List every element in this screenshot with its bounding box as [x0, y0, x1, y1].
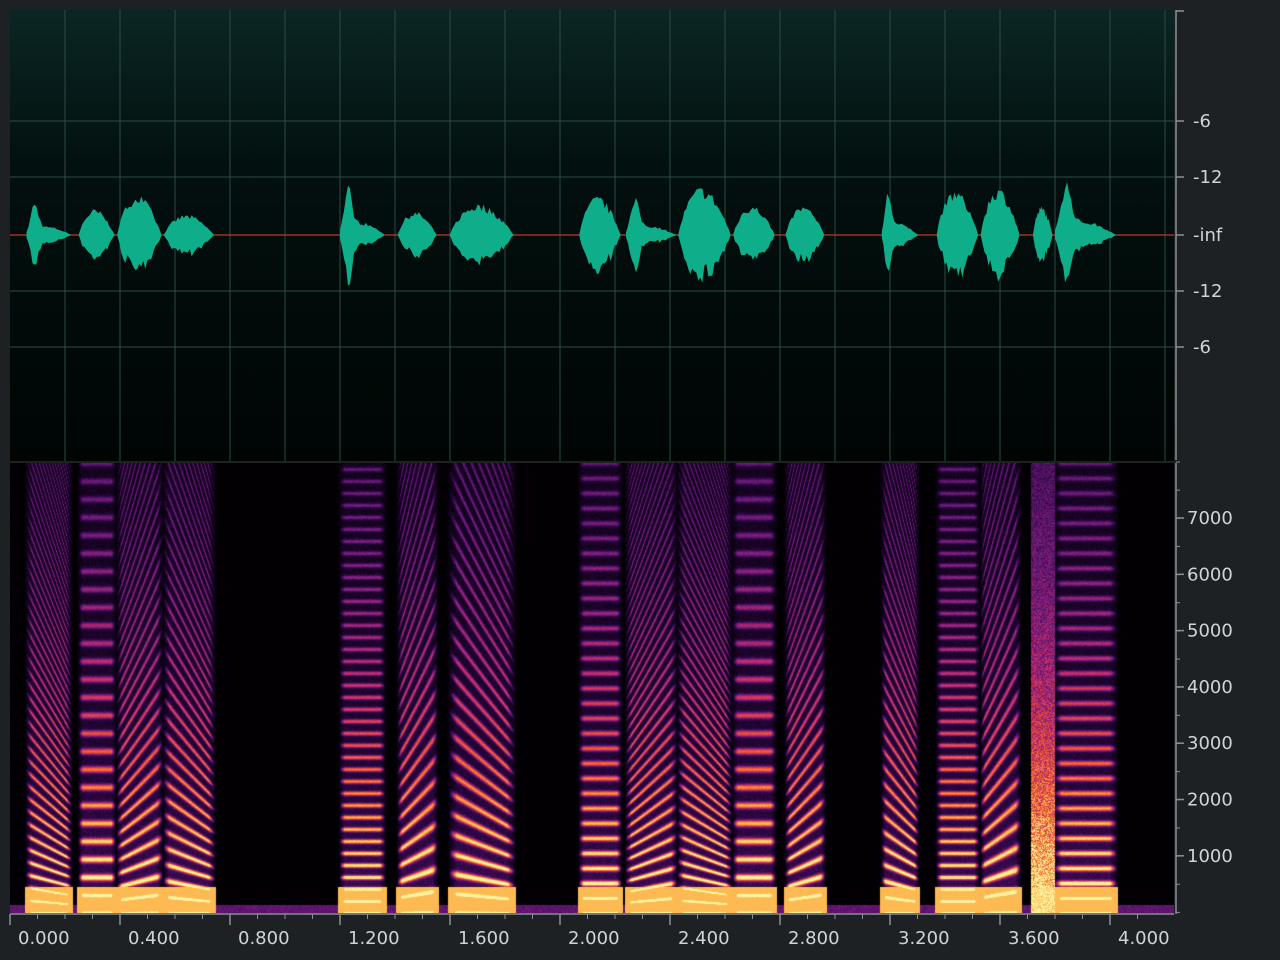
audio-editor-view: -6 -12 -inf -12 -6 7000 6000 5000 4000 3000 2000 1…	[0, 0, 1280, 960]
waveform-segment	[1033, 206, 1053, 263]
time-label: 1.600	[458, 928, 510, 949]
frequency-label: 7000	[1187, 508, 1233, 529]
amplitude-label: -12	[1193, 167, 1222, 188]
waveform-segment	[626, 197, 676, 273]
time-label: 3.600	[1008, 928, 1060, 949]
waveform-segment	[936, 192, 978, 278]
time-label: 2.000	[568, 928, 620, 949]
waveform-segment	[397, 212, 437, 259]
amplitude-scale: -6 -12 -inf -12 -6	[1175, 10, 1223, 460]
waveform-envelope	[26, 182, 1116, 286]
waveform-segment	[450, 204, 514, 266]
time-label: 4.000	[1118, 928, 1170, 949]
frequency-label: 4000	[1187, 677, 1233, 698]
waveform-segment	[881, 193, 918, 271]
waveform-segment	[1055, 182, 1116, 283]
time-label: 0.000	[18, 928, 70, 949]
waveform-segment	[340, 185, 384, 286]
waveform-segment	[117, 196, 162, 270]
time-label: 0.800	[238, 928, 290, 949]
frequency-label: 1000	[1187, 846, 1233, 867]
time-ruler[interactable]: 0.000 0.400 0.800 1.200 1.600 2.000 2.400 2.800…	[0, 913, 1280, 960]
waveform-segment	[78, 209, 115, 260]
amplitude-label: -6	[1193, 337, 1211, 358]
spectrogram-panel[interactable]	[10, 463, 1174, 913]
time-label: 2.800	[788, 928, 840, 949]
amplitude-label: -12	[1193, 281, 1222, 302]
waveform-segment	[26, 204, 71, 265]
time-label: 2.400	[678, 928, 730, 949]
frequency-label: 2000	[1187, 790, 1233, 811]
time-label: 0.400	[128, 928, 180, 949]
waveform-panel[interactable]	[10, 10, 1174, 461]
frequency-label: 6000	[1187, 564, 1233, 585]
waveform-segment	[980, 190, 1020, 282]
waveform-segment	[678, 188, 731, 283]
amplitude-label: -6	[1193, 111, 1211, 132]
waveform-segment	[733, 207, 775, 260]
waveform-segment	[785, 207, 824, 262]
waveform-segment	[164, 215, 214, 257]
frequency-scale: 7000 6000 5000 4000 3000 2000 1000	[1175, 461, 1233, 914]
amplitude-label: -inf	[1193, 225, 1223, 246]
frequency-label: 3000	[1187, 733, 1233, 754]
time-label: 3.200	[898, 928, 950, 949]
time-label: 1.200	[348, 928, 400, 949]
waveform-display[interactable]	[10, 10, 1174, 461]
frequency-label: 5000	[1187, 621, 1233, 642]
spectrogram-display[interactable]	[10, 463, 1174, 913]
waveform-segment	[579, 196, 621, 274]
